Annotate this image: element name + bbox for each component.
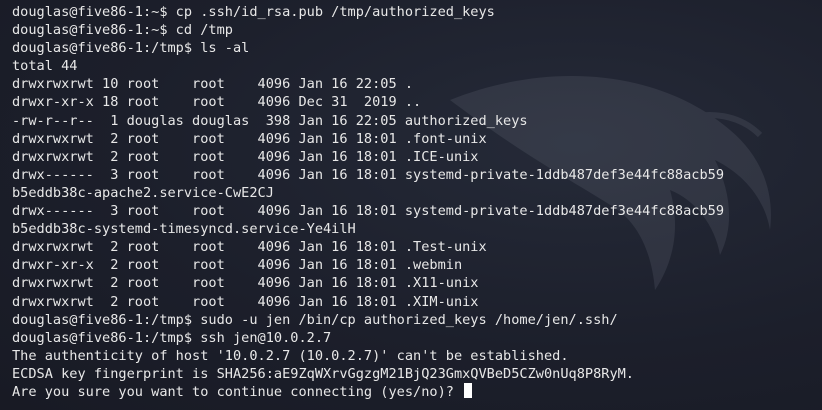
terminal-line: drwx------ 3 root root 4096 Jan 16 18:01… xyxy=(12,166,725,183)
terminal-line: -rw-r--r-- 1 douglas douglas 398 Jan 16 … xyxy=(12,112,528,129)
terminal-line: douglas@five86-1:~$ cd /tmp xyxy=(12,22,233,39)
terminal-line: b5eddb38c-apache2.service-CwE2CJ xyxy=(12,184,274,201)
terminal-line: drwxrwxrwt 2 root root 4096 Jan 16 18:01… xyxy=(12,148,479,165)
terminal-line: b5eddb38c-systemd-timesyncd.service-Ye4i… xyxy=(12,221,356,238)
terminal-line: drwxr-xr-x 18 root root 4096 Dec 31 2019… xyxy=(12,94,422,111)
terminal-line: total 44 xyxy=(12,58,78,75)
terminal-line: drwxrwxrwt 2 root root 4096 Jan 16 18:01… xyxy=(12,239,487,256)
terminal-line: drwxrwxrwt 10 root root 4096 Jan 16 22:0… xyxy=(12,76,414,93)
terminal-line: drwxrwxrwt 2 root root 4096 Jan 16 18:01… xyxy=(12,293,479,310)
text-cursor[interactable] xyxy=(464,382,473,398)
terminal-window[interactable]: douglas@five86-1:~$ cp .ssh/id_rsa.pub /… xyxy=(0,0,822,410)
terminal-line: douglas@five86-1:/tmp$ sudo -u jen /bin/… xyxy=(12,311,618,328)
terminal-line: drwx------ 3 root root 4096 Jan 16 18:01… xyxy=(12,203,725,220)
terminal-line: douglas@five86-1:/tmp$ ls -al xyxy=(12,40,250,57)
terminal-line: The authenticity of host '10.0.2.7 (10.0… xyxy=(12,347,569,364)
confirmation-prompt: Are you sure you want to continue connec… xyxy=(12,383,463,400)
terminal-line: douglas@five86-1:/tmp$ ssh jen@10.0.2.7 xyxy=(12,329,332,346)
terminal-line: drwxrwxrwt 2 root root 4096 Jan 16 18:01… xyxy=(12,275,479,292)
terminal-line: douglas@five86-1:~$ cp .ssh/id_rsa.pub /… xyxy=(12,4,495,20)
terminal-line: drwxr-xr-x 2 root root 4096 Jan 16 18:01… xyxy=(12,257,463,274)
terminal-prompt-line[interactable]: Are you sure you want to continue connec… xyxy=(12,382,724,401)
terminal-line: drwxrwxrwt 2 root root 4096 Jan 16 18:01… xyxy=(12,130,487,147)
terminal-line: ECDSA key fingerprint is SHA256:aE9ZqWXr… xyxy=(12,365,634,382)
terminal-output: douglas@five86-1:~$ cp .ssh/id_rsa.pub /… xyxy=(12,3,724,401)
